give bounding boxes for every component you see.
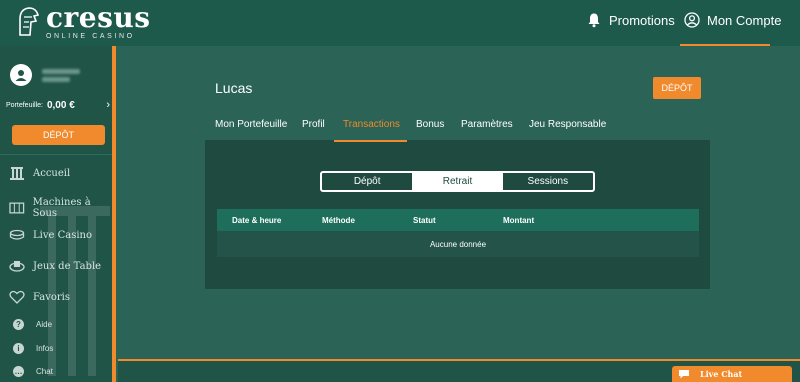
info-icon: i (13, 343, 24, 354)
slot-machine-icon (9, 202, 25, 214)
sidebar-item-machines-a-sous[interactable]: Machines à Sous (9, 197, 116, 219)
logo-subtitle: ONLINE CASINO (46, 33, 135, 40)
sidebar-item-label: Live Casino (33, 229, 92, 241)
logo-name: cresus (46, 1, 151, 34)
column-watermark-icon (40, 206, 110, 376)
column-header-statut[interactable]: Statut (413, 216, 436, 225)
tab-transactions[interactable]: Transactions (343, 119, 400, 130)
column-header-methode[interactable]: Méthode (322, 216, 355, 225)
wallet-label: Portefeuille: (6, 101, 43, 109)
chips-icon (9, 229, 25, 240)
question-icon: ? (13, 319, 24, 330)
wallet-row[interactable]: Portefeuille: 0,00 € › (6, 99, 110, 111)
transaction-type-switch: Dépôt Retrait Sessions (320, 171, 595, 192)
nav-promotions[interactable]: Promotions (586, 12, 675, 28)
sidebar-item-label: Chat (36, 367, 53, 376)
tab-profil[interactable]: Profil (302, 119, 325, 130)
sidebar-deposit-button[interactable]: DÉPÔT (12, 125, 105, 145)
segment-depot[interactable]: Dépôt (322, 173, 412, 190)
sidebar-item-label: Machines à Sous (32, 197, 91, 219)
active-tab-indicator (334, 140, 407, 142)
live-chat-button[interactable]: Live Chat (672, 366, 792, 382)
chat-bubble-icon (679, 370, 689, 379)
sidebar-item-label: Accueil (33, 167, 71, 179)
sidebar-item-accueil[interactable]: Accueil (9, 166, 70, 180)
tab-parametres[interactable]: Paramètres (461, 119, 513, 130)
cards-icon (9, 261, 25, 272)
column-header-montant[interactable]: Montant (503, 216, 534, 225)
top-header: cresus ONLINE CASINO Promotions Mon Comp… (0, 0, 800, 46)
sidebar: Portefeuille: 0,00 € › DÉPÔT Accueil Mac… (0, 46, 116, 382)
tab-bonus[interactable]: Bonus (416, 119, 444, 130)
column-header-date[interactable]: Date & heure (232, 216, 281, 225)
segment-sessions[interactable]: Sessions (503, 173, 593, 190)
sidebar-item-label: Aide (36, 320, 53, 329)
sidebar-item-aide[interactable]: ? Aide (13, 319, 52, 330)
heart-icon (9, 290, 25, 304)
live-chat-label: Live Chat (700, 369, 743, 379)
nav-account[interactable]: Mon Compte (684, 12, 781, 28)
sidebar-item-chat[interactable]: … Chat (13, 366, 53, 377)
empty-state-text: Aucune donnée (429, 239, 487, 249)
avatar (10, 64, 32, 86)
helmet-logo-icon (19, 7, 39, 36)
sidebar-item-jeux-de-table[interactable]: Jeux de Table (9, 259, 101, 273)
tab-mon-portefeuille[interactable]: Mon Portefeuille (215, 119, 287, 130)
sidebar-item-label: Favoris (33, 291, 71, 303)
sidebar-border (112, 46, 116, 382)
sidebar-item-label: Infos (36, 344, 54, 353)
column-icon (10, 167, 24, 180)
cresus-logo[interactable]: cresus ONLINE CASINO (16, 4, 151, 40)
sidebar-item-live-casino[interactable]: Live Casino (9, 228, 92, 242)
sidebar-item-favoris[interactable]: Favoris (9, 290, 70, 304)
user-circle-icon (684, 12, 700, 28)
tab-jeu-responsable[interactable]: Jeu Responsable (529, 119, 606, 130)
wallet-balance: 0,00 € (46, 99, 75, 111)
page-title: Lucas (215, 80, 253, 96)
segment-retrait[interactable]: Retrait (412, 173, 503, 190)
table-empty-row: Aucune donnée (217, 231, 699, 257)
nav-account-label: Mon Compte (707, 12, 782, 28)
sidebar-item-label: Jeux de Table (33, 260, 102, 272)
deposit-button[interactable]: DÉPÔT (653, 77, 701, 99)
table-header: Date & heure Méthode Statut Montant (217, 209, 699, 231)
user-icon (15, 70, 27, 81)
sidebar-item-infos[interactable]: i Infos (13, 343, 53, 354)
chat-icon: … (13, 366, 24, 377)
user-profile[interactable] (10, 64, 80, 86)
chevron-right-icon: › (106, 99, 110, 111)
bell-icon (588, 13, 600, 28)
sidebar-divider (0, 154, 112, 155)
blurred-username (42, 68, 80, 82)
nav-promotions-label: Promotions (609, 12, 675, 28)
